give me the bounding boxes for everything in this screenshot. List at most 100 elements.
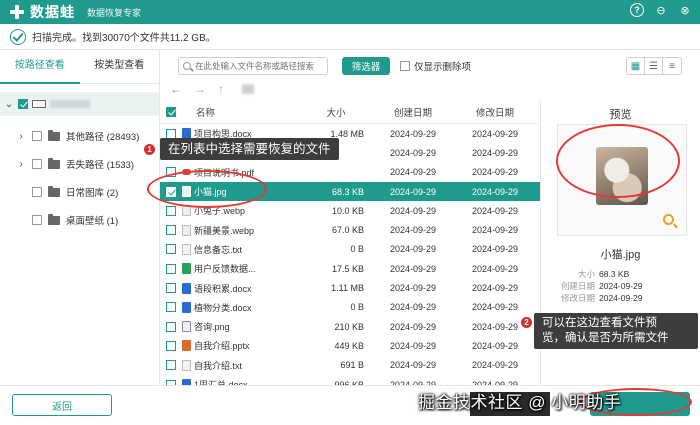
scan-status-text: 扫描完成。找到30070个文件共11.2 GB。 [32,33,216,44]
file-created: 2024-09-29 [389,205,437,216]
file-size: 449 KB [334,340,364,351]
app-subtitle: 数据恢复专家 [87,7,142,18]
zoom-icon[interactable] [663,214,674,225]
file-modified: 2024-09-29 [471,225,519,236]
row-checkbox[interactable] [166,205,176,216]
tree-checkbox[interactable] [32,187,42,197]
tree-checkbox[interactable] [32,131,42,141]
tree-item-other-paths[interactable]: › 其他路径 (28493) [0,122,159,150]
file-name: 自我介绍.pptx [194,341,250,352]
meta-created-label: 创建日期 [560,281,595,291]
tree-item-label: 其他路径 (28493) [66,132,140,143]
toolbar: 筛选器 仅显示删除项 ▦ ☰ ≡ [170,55,690,77]
tree-item-wallpaper[interactable]: 桌面壁纸 (1) [0,206,159,234]
tree-item-label: 丢失路径 (1533) [66,160,135,171]
close-icon[interactable]: ⊗ [678,3,692,17]
table-row[interactable]: 自我介绍.txt 691 B 2024-09-29 2024-09-29 [160,356,540,375]
row-checkbox[interactable] [166,302,176,313]
annotation-oval-preview [556,124,680,198]
row-checkbox[interactable] [166,225,176,236]
filter-button[interactable]: 筛选器 [342,57,390,75]
row-checkbox[interactable] [166,244,176,255]
file-created: 2024-09-29 [389,321,437,332]
only-deleted-toggle[interactable]: 仅显示删除项 [400,59,471,73]
table-row[interactable]: 新疆美景.webp 67.0 KB 2024-09-29 2024-09-29 [160,220,540,239]
navigation-row: ← → ↑ [170,80,254,98]
file-size: 67.0 KB [331,225,364,236]
table-row[interactable]: 用户反馈数据... 17.5 KB 2024-09-29 2024-09-29 [160,259,540,278]
app-name: 数据蛙 [30,4,75,20]
sidebar-tabs: 按路径查看 按类型查看 [0,50,159,84]
only-deleted-label: 仅显示删除项 [414,62,472,73]
chevron-right-icon[interactable]: › [16,131,26,142]
table-row[interactable]: 信息备忘.txt 0 B 2024-09-29 2024-09-29 [160,240,540,259]
file-modified: 2024-09-29 [471,360,519,371]
xlsx-file-icon [182,263,191,275]
file-size: 0 B [350,244,364,255]
table-row[interactable]: 语段积累.docx 1.11 MB 2024-09-29 2024-09-29 [160,278,540,297]
table-row[interactable]: 咨询.png 210 KB 2024-09-29 2024-09-29 [160,317,540,336]
list-view-icon[interactable]: ☰ [645,58,663,74]
table-row[interactable]: 植物分类.docx 0 B 2024-09-29 2024-09-29 [160,298,540,317]
back-button[interactable]: 返回 [12,394,112,416]
select-all-checkbox[interactable] [166,106,176,117]
callout-1-badge: 1 [143,143,156,156]
row-checkbox[interactable] [166,263,176,274]
tab-by-type[interactable]: 按类型查看 [80,50,160,84]
chevron-down-icon[interactable]: ⌄ [4,99,14,110]
tree-item-lost-paths[interactable]: › 丢失路径 (1533) [0,150,159,178]
file-created: 2024-09-29 [389,340,437,351]
row-checkbox[interactable] [166,283,176,294]
logo-icon [8,3,26,21]
row-checkbox[interactable] [166,321,176,332]
preview-metadata: 大小 68.3 KB 创建日期 2024-09-29 修改日期 2024-09-29 [541,268,700,304]
row-checkbox[interactable] [166,340,176,351]
app-logo: 数据蛙 [8,2,75,22]
column-modified[interactable]: 修改日期 [454,105,536,119]
drive-row[interactable]: ⌄ [0,92,159,116]
column-name[interactable]: 名称 [182,105,300,119]
table-row[interactable]: 自我介绍.pptx 449 KB 2024-09-29 2024-09-29 [160,336,540,355]
drive-label-blurred [50,100,90,108]
minimize-icon[interactable]: ⊖ [654,3,668,17]
drive-checkbox[interactable] [18,99,28,109]
chevron-right-icon[interactable]: › [16,159,26,170]
search-input[interactable] [195,61,327,71]
tree-checkbox[interactable] [32,215,42,225]
grid-view-icon[interactable]: ▦ [627,58,645,74]
search-box[interactable] [178,57,328,75]
tree-checkbox[interactable] [32,159,42,169]
only-deleted-checkbox[interactable] [400,61,410,71]
file-modified: 2024-09-29 [471,340,519,351]
docx-file-icon [182,282,191,294]
tree-item-daily-gallery[interactable]: 日常图库 (2) [0,178,159,206]
file-size: 68.3 KB [331,186,364,197]
callout-2-badge: 2 [520,316,533,329]
search-icon [183,62,191,70]
table-body: 项目构思.docx 1.48 MB 2024-09-29 2024-09-29 2024… [160,124,540,394]
file-name: 新疆美景.webp [194,225,255,236]
tab-by-path[interactable]: 按路径查看 [0,50,80,84]
sidebar: 按路径查看 按类型查看 ⌄ › 其他路径 (28493) › 丢失路径 (153… [0,50,160,385]
meta-size-label: 大小 [577,269,595,279]
window-controls: ? ⊖ ⊗ [630,3,692,17]
file-modified: 2024-09-29 [471,283,519,294]
column-size[interactable]: 大小 [300,105,372,119]
file-created: 2024-09-29 [389,167,437,178]
row-checkbox[interactable] [166,360,176,371]
up-arrow-icon[interactable]: ↑ [218,82,224,96]
file-name: 信息备忘.txt [194,244,243,255]
file-size: 17.5 KB [331,263,364,274]
txt-file-icon [182,359,191,371]
help-icon[interactable]: ? [630,3,644,17]
file-created: 2024-09-29 [389,302,437,313]
column-created[interactable]: 创建日期 [372,105,454,119]
view-mode-switch: ▦ ☰ ≡ [626,57,682,75]
forward-arrow-icon[interactable]: → [194,82,206,96]
docx-file-icon [182,301,191,313]
file-name: 植物分类.docx [194,302,252,313]
detail-view-icon[interactable]: ≡ [663,58,681,74]
file-created: 2024-09-29 [389,128,437,139]
back-arrow-icon[interactable]: ← [170,82,182,96]
file-modified: 2024-09-29 [471,302,519,313]
